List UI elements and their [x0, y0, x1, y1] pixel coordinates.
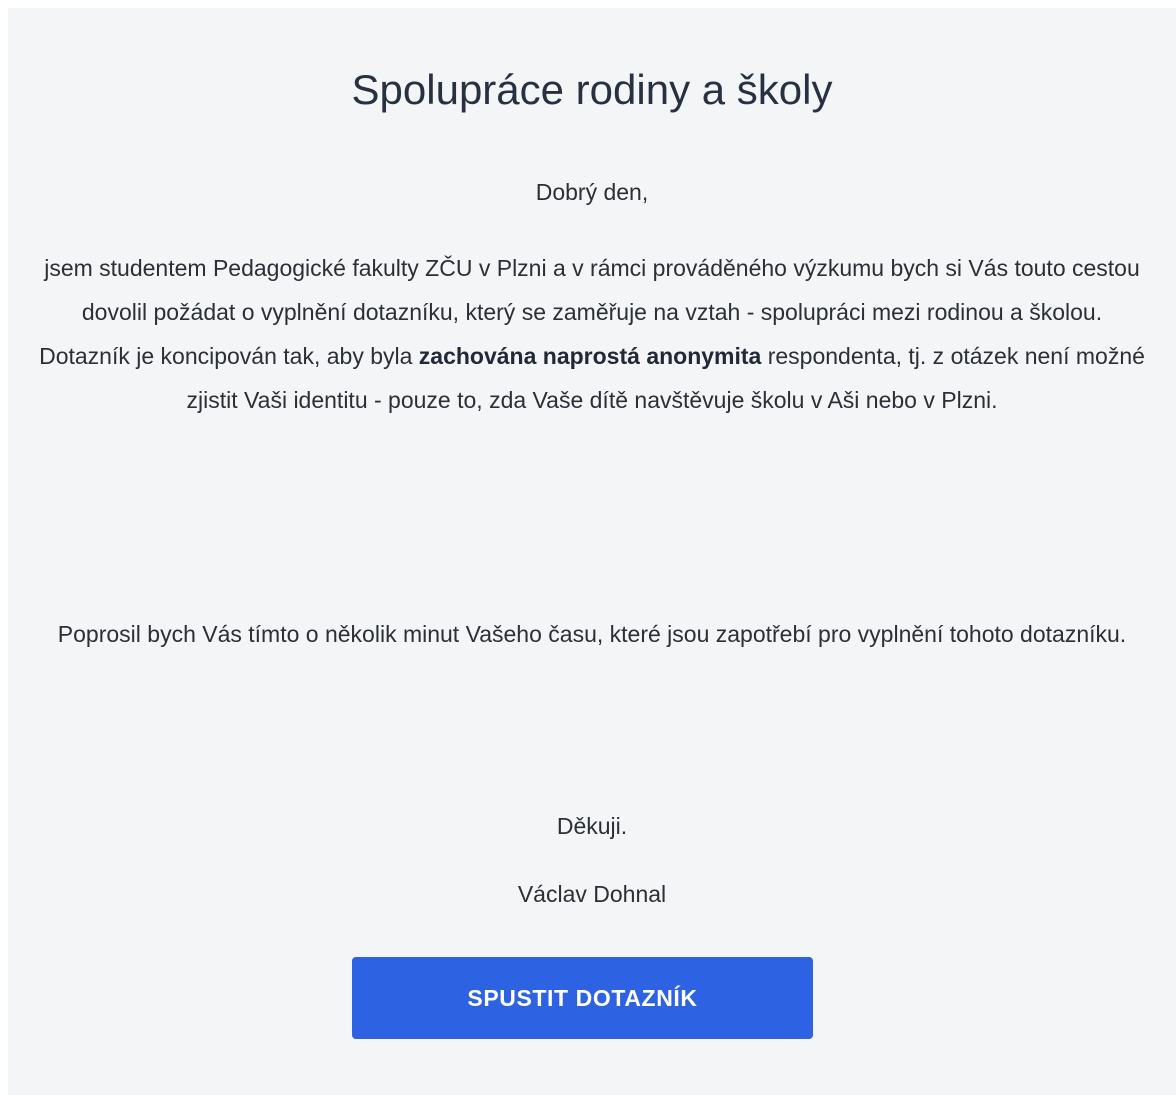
survey-intro-card: Spolupráce rodiny a školy Dobrý den, jse…: [8, 8, 1176, 1095]
intro-paragraph: jsem studentem Pedagogické fakulty ZČU v…: [28, 246, 1156, 422]
thanks-text: Děkuji.: [556, 813, 628, 839]
greeting-text: Dobrý den,: [535, 179, 649, 205]
request-paragraph: Poprosil bych Vás tímto o několik minut …: [57, 621, 1127, 647]
anonymity-emphasis: zachována naprostá anonymita: [418, 343, 762, 369]
survey-title: Spolupráce rodiny a školy: [351, 66, 833, 113]
author-signature: Václav Dohnal: [517, 881, 667, 907]
start-survey-button[interactable]: SPUSTIT DOTAZNÍK: [352, 957, 813, 1039]
